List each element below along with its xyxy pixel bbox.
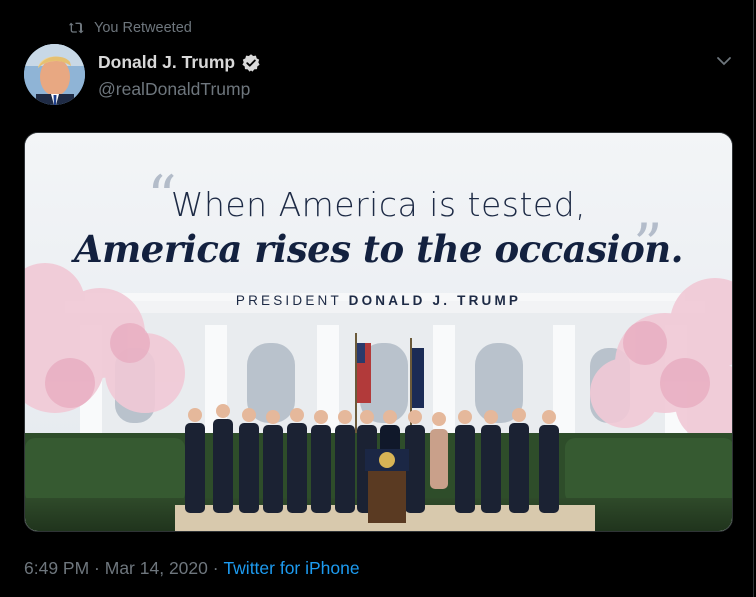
author-info[interactable]: Donald J. Trump @realDonaldTrump bbox=[98, 52, 261, 100]
attribution-prefix: PRESIDENT bbox=[235, 293, 342, 308]
tweet-metadata: 6:49 PM · Mar 14, 2020 · Twitter for iPh… bbox=[24, 558, 360, 579]
verified-badge-icon bbox=[241, 53, 261, 73]
tweet-date[interactable]: Mar 14, 2020 bbox=[105, 558, 208, 579]
attribution-name: DONALD J. TRUMP bbox=[348, 293, 522, 308]
chevron-down-icon[interactable] bbox=[715, 52, 733, 70]
tweet[interactable]: You Retweeted Donald J. Trump @realDonal… bbox=[0, 0, 754, 597]
tweet-time[interactable]: 6:49 PM bbox=[24, 558, 89, 579]
separator: · bbox=[89, 558, 105, 578]
tweet-media-image[interactable]: “ ” When America is tested, America rise… bbox=[24, 132, 733, 532]
separator: · bbox=[207, 558, 224, 578]
social-context[interactable]: You Retweeted bbox=[68, 18, 192, 38]
quote-line-2: America rises to the occasion. bbox=[73, 227, 684, 271]
quote-line-1: When America is tested, bbox=[170, 185, 587, 224]
social-context-label: You Retweeted bbox=[94, 20, 192, 36]
avatar[interactable] bbox=[24, 44, 85, 105]
tweet-source-link[interactable]: Twitter for iPhone bbox=[223, 558, 359, 579]
avatar-image bbox=[24, 44, 85, 105]
display-name[interactable]: Donald J. Trump bbox=[98, 52, 235, 73]
retweet-icon bbox=[68, 22, 84, 34]
handle[interactable]: @realDonaldTrump bbox=[98, 79, 261, 100]
quote-attribution: PRESIDENT DONALD J. TRUMP bbox=[25, 293, 732, 308]
